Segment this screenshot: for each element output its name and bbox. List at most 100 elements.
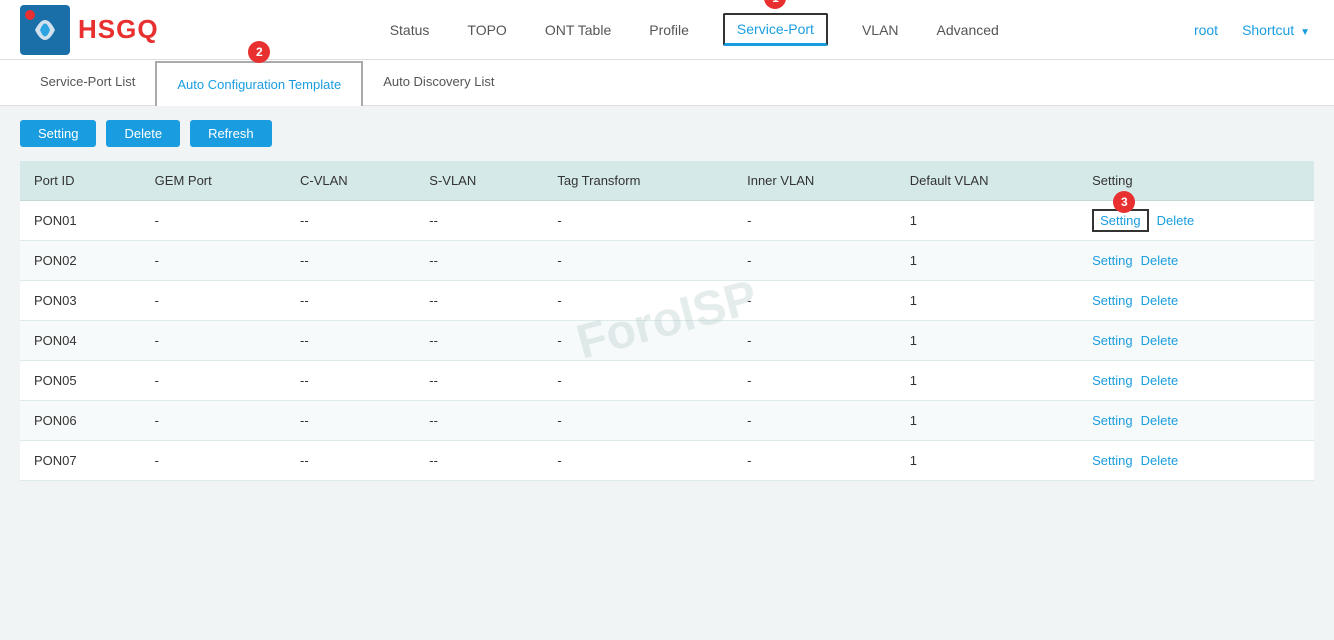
cell-c-vlan: --: [286, 241, 415, 281]
cell-tag-transform: -: [543, 241, 733, 281]
cell-actions: Setting Delete: [1078, 321, 1314, 361]
col-s-vlan: S-VLAN: [415, 161, 543, 201]
nav-advanced[interactable]: Advanced: [933, 4, 1003, 56]
nav-profile[interactable]: Profile: [645, 4, 693, 56]
cell-inner-vlan: -: [733, 241, 896, 281]
col-c-vlan: C-VLAN: [286, 161, 415, 201]
cell-tag-transform: -: [543, 281, 733, 321]
cell-c-vlan: --: [286, 361, 415, 401]
cell-default-vlan: 1: [896, 361, 1078, 401]
logo: HSGQ: [20, 5, 159, 55]
cell-actions: Setting Delete: [1078, 361, 1314, 401]
col-setting: Setting: [1078, 161, 1314, 201]
nav-service-port[interactable]: Service-Port 1: [723, 13, 828, 46]
annotation-badge-1: 1: [764, 0, 786, 9]
cell-default-vlan: 1: [896, 321, 1078, 361]
nav-vlan[interactable]: VLAN: [858, 4, 903, 56]
tabs-bar: Service-Port List Auto Configuration Tem…: [0, 60, 1334, 106]
nav-root[interactable]: root: [1190, 4, 1222, 56]
tab-auto-discovery-list[interactable]: Auto Discovery List: [363, 60, 514, 105]
cell-port-id: PON06: [20, 401, 141, 441]
nav-topo[interactable]: TOPO: [463, 4, 510, 56]
nav-ont-table[interactable]: ONT Table: [541, 4, 615, 56]
tab-service-port-list[interactable]: Service-Port List: [20, 60, 155, 105]
cell-inner-vlan: -: [733, 321, 896, 361]
logo-icon: [20, 5, 70, 55]
cell-default-vlan: 1: [896, 281, 1078, 321]
col-gem-port: GEM Port: [141, 161, 286, 201]
cell-port-id: PON01: [20, 201, 141, 241]
col-tag-transform: Tag Transform: [543, 161, 733, 201]
row-setting-link[interactable]: Setting: [1092, 413, 1132, 428]
row-delete-link[interactable]: Delete: [1141, 373, 1179, 388]
cell-inner-vlan: -: [733, 281, 896, 321]
cell-s-vlan: --: [415, 361, 543, 401]
row-delete-link[interactable]: Delete: [1141, 333, 1179, 348]
cell-gem-port: -: [141, 241, 286, 281]
row-setting-link[interactable]: Setting: [1092, 293, 1132, 308]
cell-gem-port: -: [141, 281, 286, 321]
table-body: PON01-------1Setting3DeletePON02-------1…: [20, 201, 1314, 481]
cell-port-id: PON02: [20, 241, 141, 281]
cell-c-vlan: --: [286, 321, 415, 361]
nav-right: root Shortcut ▼: [1190, 4, 1314, 56]
cell-inner-vlan: -: [733, 361, 896, 401]
main-table: Port ID GEM Port C-VLAN S-VLAN Tag Trans…: [20, 161, 1314, 481]
table-row: PON02-------1SettingDelete: [20, 241, 1314, 281]
row-setting-link[interactable]: Setting: [1092, 333, 1132, 348]
cell-c-vlan: --: [286, 281, 415, 321]
annotation-badge-2: 2: [248, 41, 270, 63]
cell-gem-port: -: [141, 401, 286, 441]
cell-tag-transform: -: [543, 401, 733, 441]
cell-c-vlan: --: [286, 441, 415, 481]
row-delete-link[interactable]: Delete: [1141, 293, 1179, 308]
refresh-button[interactable]: Refresh: [190, 120, 272, 147]
cell-actions: Setting Delete: [1078, 441, 1314, 481]
cell-port-id: PON03: [20, 281, 141, 321]
cell-s-vlan: --: [415, 441, 543, 481]
row-setting-link[interactable]: Setting: [1092, 453, 1132, 468]
cell-s-vlan: --: [415, 401, 543, 441]
cell-s-vlan: --: [415, 201, 543, 241]
main-nav: Status TOPO ONT Table Profile Service-Po…: [199, 4, 1190, 56]
logo-text: HSGQ: [78, 14, 159, 45]
cell-actions: Setting3Delete: [1078, 201, 1314, 241]
delete-button[interactable]: Delete: [106, 120, 180, 147]
cell-s-vlan: --: [415, 321, 543, 361]
cell-inner-vlan: -: [733, 441, 896, 481]
row-setting-link[interactable]: Setting: [1092, 373, 1132, 388]
table-container: Port ID GEM Port C-VLAN S-VLAN Tag Trans…: [0, 161, 1334, 501]
cell-default-vlan: 1: [896, 241, 1078, 281]
cell-gem-port: -: [141, 361, 286, 401]
nav-status[interactable]: Status: [386, 4, 434, 56]
row-setting-link[interactable]: Setting: [1092, 253, 1132, 268]
cell-inner-vlan: -: [733, 401, 896, 441]
cell-default-vlan: 1: [896, 201, 1078, 241]
cell-s-vlan: --: [415, 281, 543, 321]
row-delete-link[interactable]: Delete: [1157, 213, 1195, 228]
cell-default-vlan: 1: [896, 401, 1078, 441]
cell-s-vlan: --: [415, 241, 543, 281]
cell-port-id: PON04: [20, 321, 141, 361]
cell-gem-port: -: [141, 321, 286, 361]
row-delete-link[interactable]: Delete: [1141, 413, 1179, 428]
tab-auto-configuration-template[interactable]: Auto Configuration Template 2: [155, 61, 363, 106]
cell-port-id: PON05: [20, 361, 141, 401]
cell-inner-vlan: -: [733, 201, 896, 241]
annotation-badge-3: 3: [1113, 191, 1135, 213]
table-row: PON04-------1SettingDelete: [20, 321, 1314, 361]
cell-tag-transform: -: [543, 361, 733, 401]
setting-button[interactable]: Setting: [20, 120, 96, 147]
row-delete-link[interactable]: Delete: [1141, 453, 1179, 468]
toolbar: Setting Delete Refresh: [0, 106, 1334, 161]
cell-actions: Setting Delete: [1078, 401, 1314, 441]
cell-default-vlan: 1: [896, 441, 1078, 481]
col-inner-vlan: Inner VLAN: [733, 161, 896, 201]
cell-actions: Setting Delete: [1078, 281, 1314, 321]
row-delete-link[interactable]: Delete: [1141, 253, 1179, 268]
col-port-id: Port ID: [20, 161, 141, 201]
nav-shortcut[interactable]: Shortcut ▼: [1238, 4, 1314, 56]
table-row: PON05-------1SettingDelete: [20, 361, 1314, 401]
shortcut-dropdown-icon: ▼: [1300, 27, 1310, 38]
cell-tag-transform: -: [543, 201, 733, 241]
